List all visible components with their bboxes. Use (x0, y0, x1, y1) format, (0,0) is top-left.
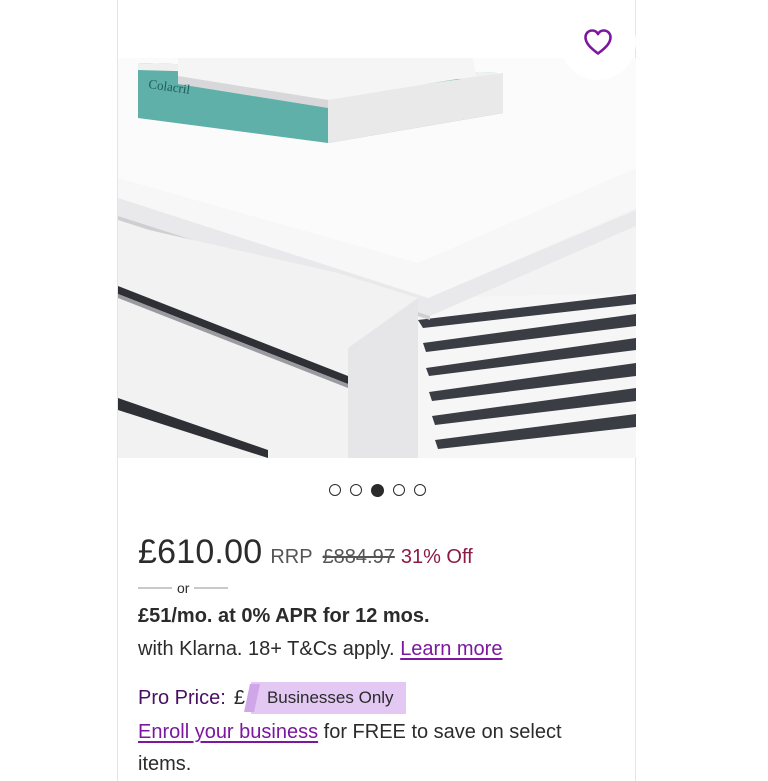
enroll-text: Enroll your business for FREE to save on… (138, 716, 608, 780)
learn-more-link[interactable]: Learn more (400, 638, 502, 660)
pro-price-row: Pro Price: £ Businesses Only (138, 682, 406, 714)
pro-price-label: Pro Price: (138, 686, 226, 709)
or-text: or (177, 580, 190, 596)
carousel-dots (118, 483, 636, 497)
or-divider: or (138, 580, 229, 596)
carousel-dot[interactable] (349, 484, 362, 496)
businesses-only-badge: Businesses Only (250, 682, 406, 714)
heart-icon (584, 29, 612, 55)
product-card: Colacril £610.00 RRP £884.97 31% Off or … (117, 0, 636, 781)
pro-price-currency: £ (233, 686, 245, 709)
enroll-business-link[interactable]: Enroll your business (138, 721, 318, 743)
carousel-dot-active[interactable] (370, 483, 384, 497)
price-row: £610.00 RRP £884.97 31% Off (138, 533, 473, 572)
was-price: £884.97 (322, 546, 395, 568)
carousel-dot[interactable] (392, 484, 405, 496)
product-image[interactable]: Colacril (118, 58, 636, 458)
current-price: £610.00 (138, 533, 263, 571)
divider-line (138, 587, 172, 589)
carousel-dot[interactable] (328, 484, 341, 496)
klarna-terms: with Klarna. 18+ T&Cs apply. (138, 638, 395, 660)
klarna-subtext: with Klarna. 18+ T&Cs apply. Learn more (138, 638, 502, 661)
carousel-dot[interactable] (413, 484, 426, 496)
discount-label: 31% Off (400, 546, 473, 568)
divider-line (194, 587, 229, 589)
favorite-button[interactable] (560, 4, 636, 80)
klarna-headline: £51/mo. at 0% APR for 12 mos. (138, 605, 430, 627)
rrp-label: RRP (270, 546, 313, 568)
